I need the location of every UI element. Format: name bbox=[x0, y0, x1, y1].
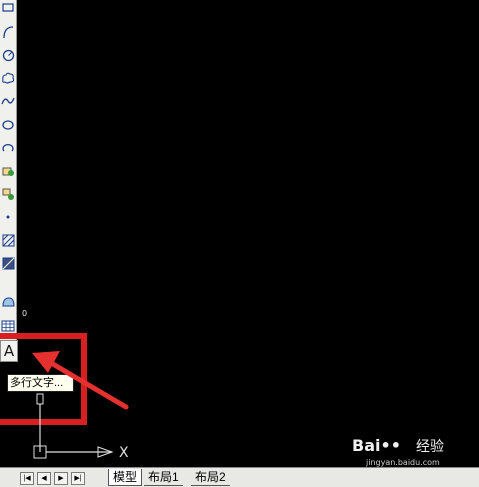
revision-cloud-icon[interactable] bbox=[1, 70, 15, 86]
next-tab-button[interactable]: ▶ bbox=[54, 472, 68, 485]
watermark-url: jingyan.baidu.com bbox=[366, 458, 440, 467]
x-axis-label: X bbox=[119, 445, 129, 461]
last-tab-button[interactable]: ▶| bbox=[71, 472, 85, 485]
draw-toolbar bbox=[0, 0, 17, 342]
layout-tab-bar: |◀ ◀ ▶ ▶| 模型 布局1 布局2 bbox=[0, 467, 479, 487]
prev-tab-button[interactable]: ◀ bbox=[37, 472, 51, 485]
point-icon[interactable] bbox=[1, 209, 15, 225]
tab-layout2[interactable]: 布局2 bbox=[191, 469, 230, 486]
watermark-logo: Bai•• bbox=[352, 436, 401, 455]
arc-icon[interactable] bbox=[1, 24, 15, 40]
region-icon[interactable] bbox=[1, 294, 15, 310]
ellipse-icon[interactable] bbox=[1, 117, 15, 133]
rectangle-icon[interactable] bbox=[1, 0, 15, 16]
insert-block-icon[interactable] bbox=[1, 163, 15, 179]
hatch-icon[interactable] bbox=[1, 232, 15, 248]
tab-layout1[interactable]: 布局1 bbox=[144, 469, 183, 486]
watermark-name: 经验 bbox=[416, 438, 444, 454]
first-tab-button[interactable]: |◀ bbox=[20, 472, 34, 485]
ellipse-arc-icon[interactable] bbox=[1, 140, 15, 156]
gradient-icon[interactable] bbox=[1, 255, 15, 271]
arrow-annotation bbox=[32, 351, 129, 410]
table-icon[interactable] bbox=[1, 318, 15, 334]
spline-icon[interactable] bbox=[1, 93, 15, 109]
origin-mark: 0 bbox=[22, 309, 28, 318]
circle-icon[interactable] bbox=[1, 47, 15, 63]
watermark: Bai•• 经验 jingyan.baidu.com bbox=[352, 434, 472, 468]
make-block-icon[interactable] bbox=[1, 186, 15, 202]
tab-model[interactable]: 模型 bbox=[108, 469, 143, 486]
